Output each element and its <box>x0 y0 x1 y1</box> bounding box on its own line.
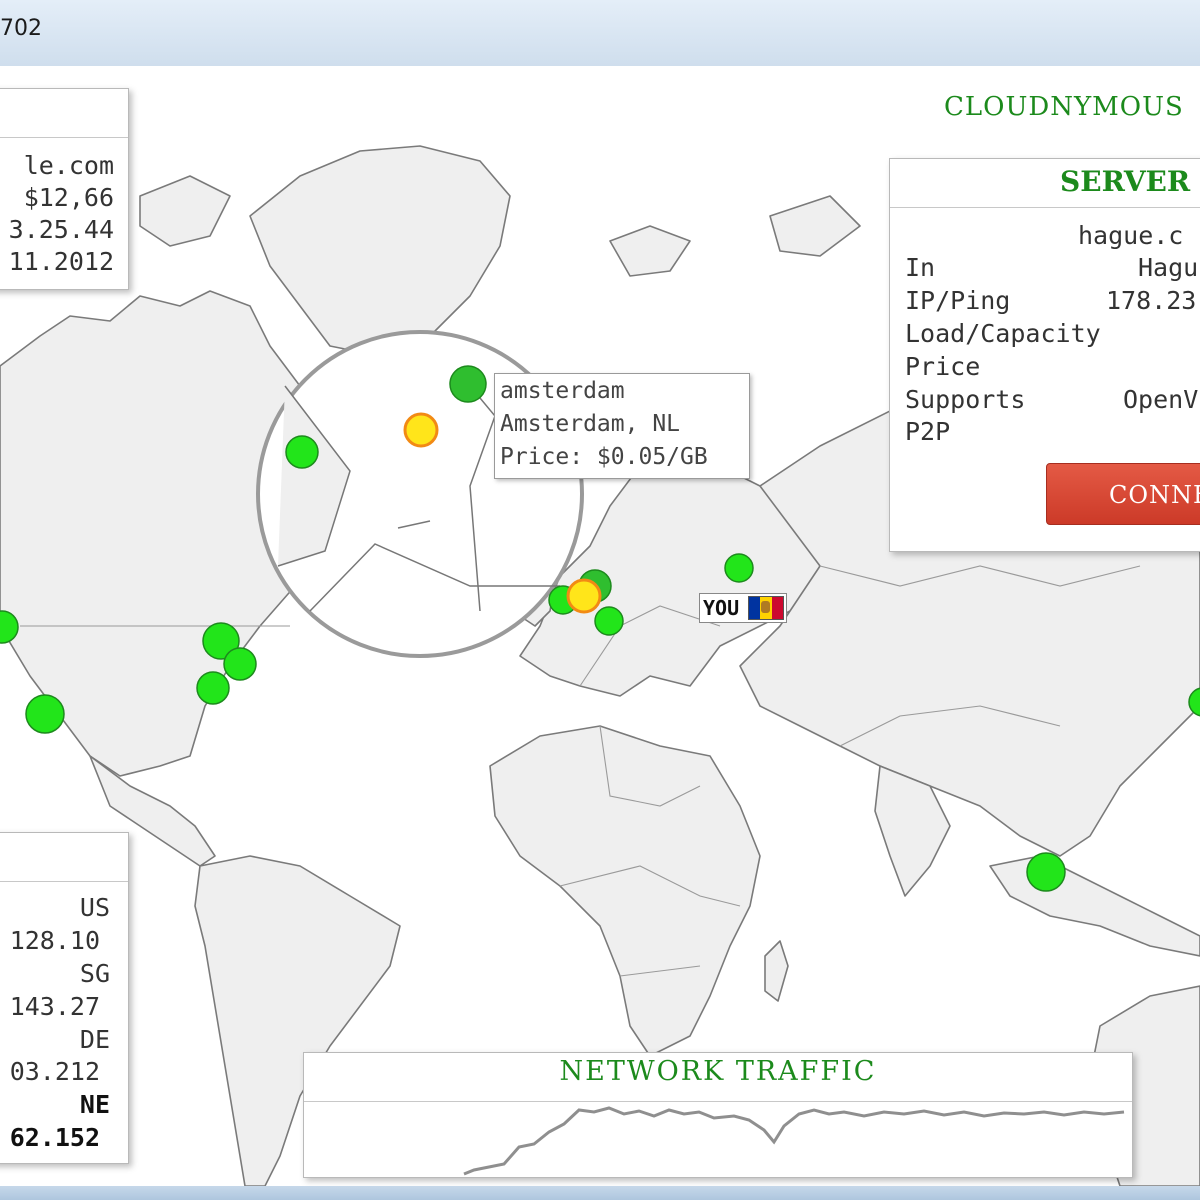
server-list-panel[interactable]: US 128.10 SG 143.27 DE 03.212 NE 62.152 <box>0 832 129 1164</box>
server-label-load: Load/Capacity <box>905 319 1101 348</box>
tooltip-server-name: amsterdam <box>500 378 625 404</box>
divider <box>0 881 128 882</box>
server-marker[interactable] <box>196 671 230 705</box>
server-label-supports: Supports <box>905 385 1026 414</box>
server-value-in: Hagu <box>1138 253 1199 282</box>
server-marker[interactable] <box>1026 852 1066 892</box>
server-label-price: Price <box>905 352 981 381</box>
server-list-ip[interactable]: 143.27 <box>10 992 100 1021</box>
server-value-supports: OpenV <box>1123 385 1199 414</box>
greenland <box>249 145 511 357</box>
indonesia <box>989 855 1200 957</box>
server-hostname: hague.c <box>1078 221 1184 250</box>
server-tooltip: amsterdam Amsterdam, NL Price: $0.05/GB <box>494 373 750 479</box>
server-panel-heading: SERVER <box>1060 165 1191 198</box>
server-marker[interactable] <box>449 365 487 403</box>
info-row: 3.25.44 <box>8 215 114 244</box>
server-label-in: In <box>905 253 936 282</box>
novaya-zemlya <box>769 195 861 257</box>
brand-logo-text: CLOUDNYMOUS <box>944 92 1184 122</box>
server-list-ip-selected[interactable]: 62.152 <box>10 1123 100 1152</box>
server-list-country-selected[interactable]: NE <box>80 1090 110 1119</box>
selected-server-marker[interactable] <box>566 578 602 614</box>
connection-info-panel: le.com $12,66 3.25.44 11.2012 <box>0 88 129 290</box>
server-marker[interactable] <box>724 553 754 583</box>
selected-server-marker[interactable] <box>403 412 439 448</box>
info-row: 11.2012 <box>8 247 114 276</box>
server-marker[interactable] <box>594 606 624 636</box>
country-flag-icon <box>748 596 784 620</box>
tooltip-price: Price: $0.05/GB <box>500 444 708 470</box>
server-label-ip: IP/Ping <box>905 286 1011 315</box>
you-location-marker: YOU <box>699 593 787 623</box>
network-traffic-panel: NETWORK TRAFFIC <box>303 1052 1133 1178</box>
server-list-country[interactable]: US <box>80 893 110 922</box>
divider <box>890 207 1200 208</box>
server-list-country[interactable]: DE <box>80 1025 110 1054</box>
server-list-country[interactable]: SG <box>80 959 110 988</box>
server-marker[interactable] <box>285 435 319 469</box>
network-traffic-title: NETWORK TRAFFIC <box>559 1056 877 1087</box>
arctic-islands <box>139 175 231 247</box>
traffic-graph <box>463 1106 1125 1176</box>
svalbard <box>609 225 691 277</box>
africa <box>489 725 761 1057</box>
tooltip-location: Amsterdam, NL <box>500 411 681 437</box>
server-label-p2p: P2P <box>905 417 951 446</box>
divider <box>0 137 128 138</box>
connect-button[interactable]: CONNE <box>1046 463 1200 525</box>
server-marker[interactable] <box>223 647 257 681</box>
window-title: 702 <box>0 16 42 41</box>
server-list-ip[interactable]: 03.212 <box>10 1057 100 1086</box>
server-marker[interactable] <box>25 694 65 734</box>
server-panel: SERVER hague.c In Hagu IP/Ping 178.23 Lo… <box>889 158 1200 552</box>
info-row: le.com <box>23 151 114 180</box>
window-titlebar: 702 <box>0 0 1200 67</box>
info-row: $12,66 <box>23 183 114 212</box>
madagascar <box>764 940 789 1002</box>
window-bottom-frame <box>0 1186 1200 1200</box>
server-list-ip[interactable]: 128.10 <box>10 926 100 955</box>
server-value-ip: 178.23 <box>1106 286 1197 315</box>
app-client-area: le.com $12,66 3.25.44 11.2012 CLOUDNYMOU… <box>0 66 1200 1186</box>
you-label: YOU <box>703 596 740 620</box>
